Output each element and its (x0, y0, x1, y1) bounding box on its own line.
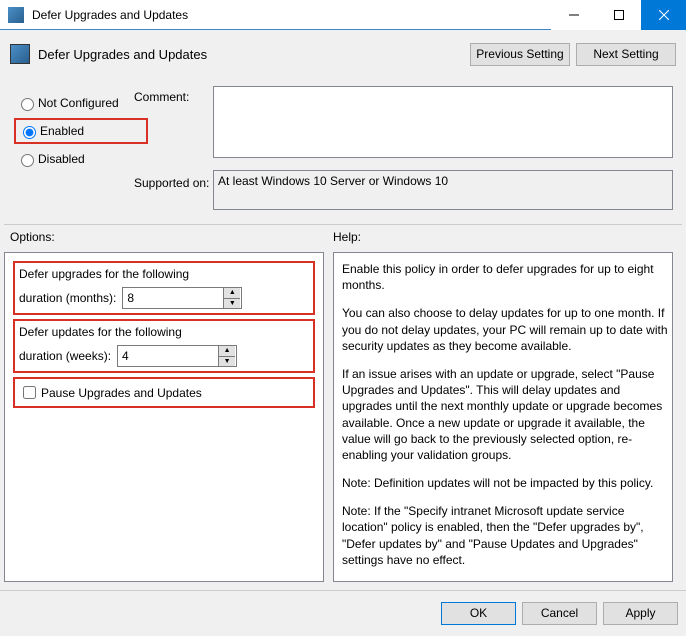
radio-not-configured[interactable]: Not Configured (14, 90, 148, 116)
radio-disabled-input[interactable] (21, 154, 34, 167)
previous-setting-button[interactable]: Previous Setting (470, 43, 570, 66)
supported-on-text: At least Windows 10 Server or Windows 10 (213, 170, 673, 210)
ok-button[interactable]: OK (441, 602, 516, 625)
defer-updates-duration-label: duration (weeks): (19, 349, 111, 363)
defer-upgrades-label: Defer upgrades for the following (19, 267, 309, 281)
titlebar[interactable]: Defer Upgrades and Updates (0, 0, 686, 30)
policy-title: Defer Upgrades and Updates (38, 47, 464, 62)
defer-updates-label: Defer updates for the following (19, 325, 309, 339)
defer-upgrades-spinner[interactable]: ▲ ▼ (122, 287, 242, 309)
window-title: Defer Upgrades and Updates (32, 8, 551, 22)
defer-upgrades-duration-label: duration (months): (19, 291, 116, 305)
help-panel[interactable]: Enable this policy in order to defer upg… (333, 252, 673, 582)
defer-updates-input[interactable] (118, 346, 218, 366)
spin-down-icon[interactable]: ▼ (224, 299, 240, 309)
dialog-button-bar: OK Cancel Apply (0, 590, 686, 636)
help-text: Note: If the "Allow Telemetry" policy is… (342, 580, 668, 582)
state-radio-group: Not Configured Enabled Disabled (14, 90, 148, 174)
radio-disabled[interactable]: Disabled (14, 146, 148, 172)
cancel-button[interactable]: Cancel (522, 602, 597, 625)
help-text: Note: Definition updates will not be imp… (342, 475, 668, 491)
apply-button[interactable]: Apply (603, 602, 678, 625)
supported-label: Supported on: (134, 176, 209, 190)
spin-down-icon[interactable]: ▼ (219, 357, 235, 367)
spin-up-icon[interactable]: ▲ (219, 346, 235, 357)
next-setting-button[interactable]: Next Setting (576, 43, 676, 66)
radio-enabled[interactable]: Enabled (14, 118, 148, 144)
help-text: If an issue arises with an update or upg… (342, 366, 668, 463)
pause-checkbox-label: Pause Upgrades and Updates (41, 386, 202, 400)
help-text: Enable this policy in order to defer upg… (342, 261, 668, 293)
pause-checkbox-row[interactable]: Pause Upgrades and Updates (13, 377, 315, 408)
window-icon (8, 7, 24, 23)
comment-textarea[interactable] (213, 86, 673, 158)
radio-enabled-input[interactable] (23, 126, 36, 139)
section-divider (4, 224, 682, 225)
radio-disabled-label: Disabled (38, 152, 85, 166)
comment-label: Comment: (134, 90, 189, 104)
defer-upgrades-group: Defer upgrades for the following duratio… (13, 261, 315, 315)
radio-not-configured-label: Not Configured (38, 96, 119, 110)
options-panel: Defer upgrades for the following duratio… (4, 252, 324, 582)
spin-up-icon[interactable]: ▲ (224, 288, 240, 299)
help-text: Note: If the "Specify intranet Microsoft… (342, 503, 668, 568)
defer-upgrades-input[interactable] (123, 288, 223, 308)
close-button[interactable] (641, 0, 686, 30)
options-section-label: Options: (10, 230, 55, 244)
help-section-label: Help: (333, 230, 361, 244)
pause-checkbox[interactable] (23, 386, 36, 399)
defer-updates-spinner[interactable]: ▲ ▼ (117, 345, 237, 367)
defer-updates-group: Defer updates for the following duration… (13, 319, 315, 373)
radio-enabled-label: Enabled (40, 124, 84, 138)
radio-not-configured-input[interactable] (21, 98, 34, 111)
help-text: You can also choose to delay updates for… (342, 305, 668, 354)
policy-icon (10, 44, 30, 64)
maximize-button[interactable] (596, 0, 641, 30)
minimize-button[interactable] (551, 0, 596, 30)
